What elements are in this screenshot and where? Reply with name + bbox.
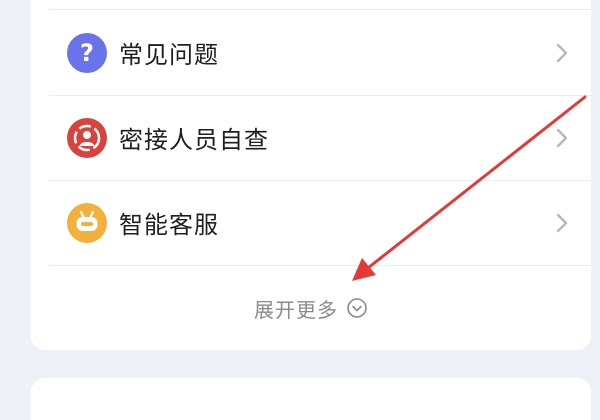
menu-item-label: 智能客服 [119,211,219,239]
expand-more-button[interactable]: 展开更多 [31,291,591,325]
menu-item-smart-service[interactable]: 智能客服 [31,180,591,265]
question-icon: ? [67,32,107,73]
chevron-right-icon [556,128,568,147]
menu-item-label: 常见问题 [119,41,219,69]
app-screen: ? 常见问题 密接人员自查 智能客服 展开更多 [0,0,600,420]
divider [49,265,591,266]
svg-text:?: ? [80,39,94,67]
robot-icon [67,202,107,243]
expand-more-label: 展开更多 [254,297,338,322]
chevron-right-icon [556,213,568,232]
chevron-down-circle-icon [347,298,367,318]
menu-item-faq[interactable]: ? 常见问题 [31,10,591,95]
menu-item-contact-check[interactable]: 密接人员自查 [31,95,591,180]
contact-check-icon [67,117,107,158]
menu-card: ? 常见问题 密接人员自查 智能客服 展开更多 [31,0,591,350]
menu-item-label: 密接人员自查 [119,126,269,154]
next-section-card [31,378,591,420]
chevron-right-icon [556,43,568,62]
